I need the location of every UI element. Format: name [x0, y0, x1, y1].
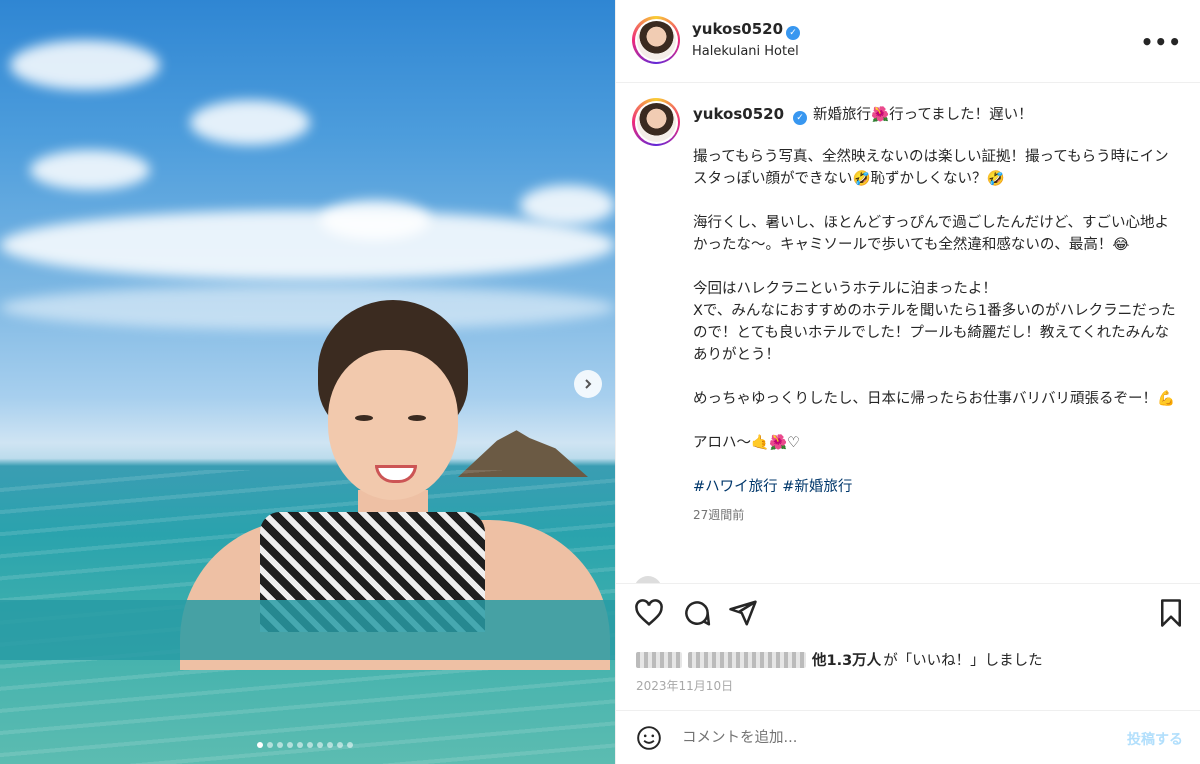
- post-photo[interactable]: [0, 0, 615, 764]
- emoji-icon[interactable]: [636, 725, 662, 751]
- header-username[interactable]: yukos0520 ✓: [692, 20, 801, 40]
- caption-body: yukos0520 ✓ 新婚旅行🌺行ってました！遅い！ 撮ってもらう写真、全然映えな…: [693, 103, 1181, 548]
- comment-input[interactable]: [682, 725, 1102, 751]
- caption-area: yukos0520 ✓ 新婚旅行🌺行ってました！遅い！ 撮ってもらう写真、全然映えな…: [616, 83, 1200, 583]
- caption-text: 新婚旅行🌺行ってました！遅い！: [813, 107, 1033, 123]
- comment-icon[interactable]: [682, 598, 712, 628]
- more-options-button[interactable]: •••: [1141, 30, 1182, 54]
- likes-count[interactable]: 他1.3万人: [812, 649, 881, 670]
- caption-paragraph: 海行くし、暑いし、ほとんどすっぴんで過ごしたんだけど、すごい心地よかったな〜。キ…: [693, 215, 1170, 253]
- carousel-dot: [297, 742, 303, 748]
- carousel-dot: [317, 742, 323, 748]
- comment-peek: [634, 576, 894, 583]
- hashtags[interactable]: #ハワイ旅行 #新婚旅行: [693, 476, 1181, 498]
- caption-username[interactable]: yukos0520: [693, 105, 784, 123]
- carousel-dot: [347, 742, 353, 748]
- bookmark-icon[interactable]: [1156, 598, 1186, 628]
- cloud: [190, 100, 310, 145]
- cloud: [10, 40, 160, 90]
- cloud: [30, 150, 150, 190]
- caption-paragraph: 今回はハレクラニというホテルに泊まったよ！ Xで、みんなにおすすめのホテルを聞い…: [693, 281, 1176, 363]
- location-link[interactable]: Halekulani Hotel: [692, 44, 799, 59]
- blurred-liker-avatars: [636, 651, 682, 668]
- eye: [355, 415, 373, 421]
- caption-paragraph: 撮ってもらう写真、全然映えないのは楽しい証拠！撮ってもらう時にインスタっぽい顔が…: [693, 149, 1169, 187]
- carousel-next-button[interactable]: [574, 370, 602, 398]
- carousel-dot: [327, 742, 333, 748]
- carousel-dot: [287, 742, 293, 748]
- likes-suffix: が「いいね！」しました: [883, 653, 1043, 669]
- cloud: [520, 185, 615, 225]
- carousel-dot: [257, 742, 263, 748]
- avatar-image: [636, 102, 676, 142]
- heart-icon[interactable]: [634, 598, 664, 628]
- share-icon[interactable]: [728, 598, 758, 628]
- caption-paragraph: アロハ〜🤙🌺♡: [693, 435, 801, 451]
- avatar[interactable]: [632, 16, 680, 64]
- post-side-panel: yukos0520 ✓ Halekulani Hotel ••• yukos052…: [615, 0, 1200, 764]
- caption-first-line: yukos0520 ✓ 新婚旅行🌺行ってました！遅い！: [693, 103, 1181, 126]
- cloud: [0, 210, 615, 280]
- post-date: 2023年11月10日: [636, 679, 734, 693]
- caption-avatar[interactable]: [632, 98, 680, 146]
- person: [0, 300, 615, 670]
- water-surface: [0, 600, 615, 660]
- caption-timestamp: 27週間前: [693, 508, 745, 522]
- verified-badge-icon: ✓: [793, 111, 808, 125]
- avatar-image: [636, 20, 676, 60]
- username-text[interactable]: yukos0520: [692, 20, 783, 38]
- verified-badge-icon: ✓: [786, 26, 801, 40]
- carousel-dot: [277, 742, 283, 748]
- carousel-dot: [307, 742, 313, 748]
- blurred-liker-name: [688, 651, 806, 668]
- carousel-dot: [267, 742, 273, 748]
- post-header: yukos0520 ✓ Halekulani Hotel •••: [616, 0, 1200, 83]
- eye: [408, 415, 426, 421]
- chevron-right-icon: [585, 379, 592, 389]
- comment-bar: 投稿する: [616, 710, 1200, 764]
- likes-summary[interactable]: 他1.3万人 が「いいね！」しました: [636, 649, 1043, 670]
- action-bar: 他1.3万人が「いいね！」しました 2023年11月10日 投稿する: [616, 583, 1200, 763]
- caption-paragraph: めっちゃゆっくりしたし、日本に帰ったらお仕事バリバリ頑張るぞー！💪: [693, 391, 1176, 407]
- carousel-dot: [337, 742, 343, 748]
- carousel-indicator: [257, 742, 353, 748]
- post-comment-button[interactable]: 投稿する: [1127, 729, 1183, 749]
- cloud: [320, 200, 430, 240]
